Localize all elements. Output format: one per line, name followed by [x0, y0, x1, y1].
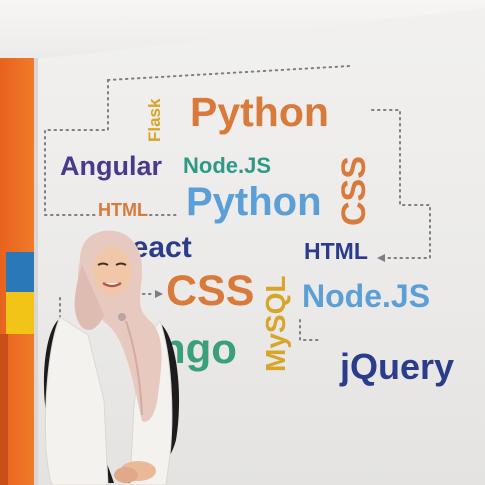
mural-word-python-1: Python: [190, 89, 329, 135]
mural-word-python-2: Python: [186, 180, 322, 224]
mural-word-nodejs-1: Node.JS: [183, 153, 272, 178]
mural-word-html-2: HTML: [304, 238, 368, 264]
mural-word-jquery: jQuery: [340, 346, 455, 387]
mural-word-html-1: HTML: [98, 200, 148, 220]
mural-word-flask: Flask: [145, 98, 164, 142]
person-in-hijab: [43, 230, 180, 485]
mural-word-mysql: MySQL: [260, 275, 291, 372]
photo-scene: Python Flask Angular Node.JS CSS HTML Py…: [0, 0, 485, 485]
mural-word-angular: Angular: [60, 151, 163, 181]
mural-word-css-vertical: CSS: [335, 156, 373, 226]
mural-word-nodejs-2: Node.JS: [302, 278, 431, 314]
